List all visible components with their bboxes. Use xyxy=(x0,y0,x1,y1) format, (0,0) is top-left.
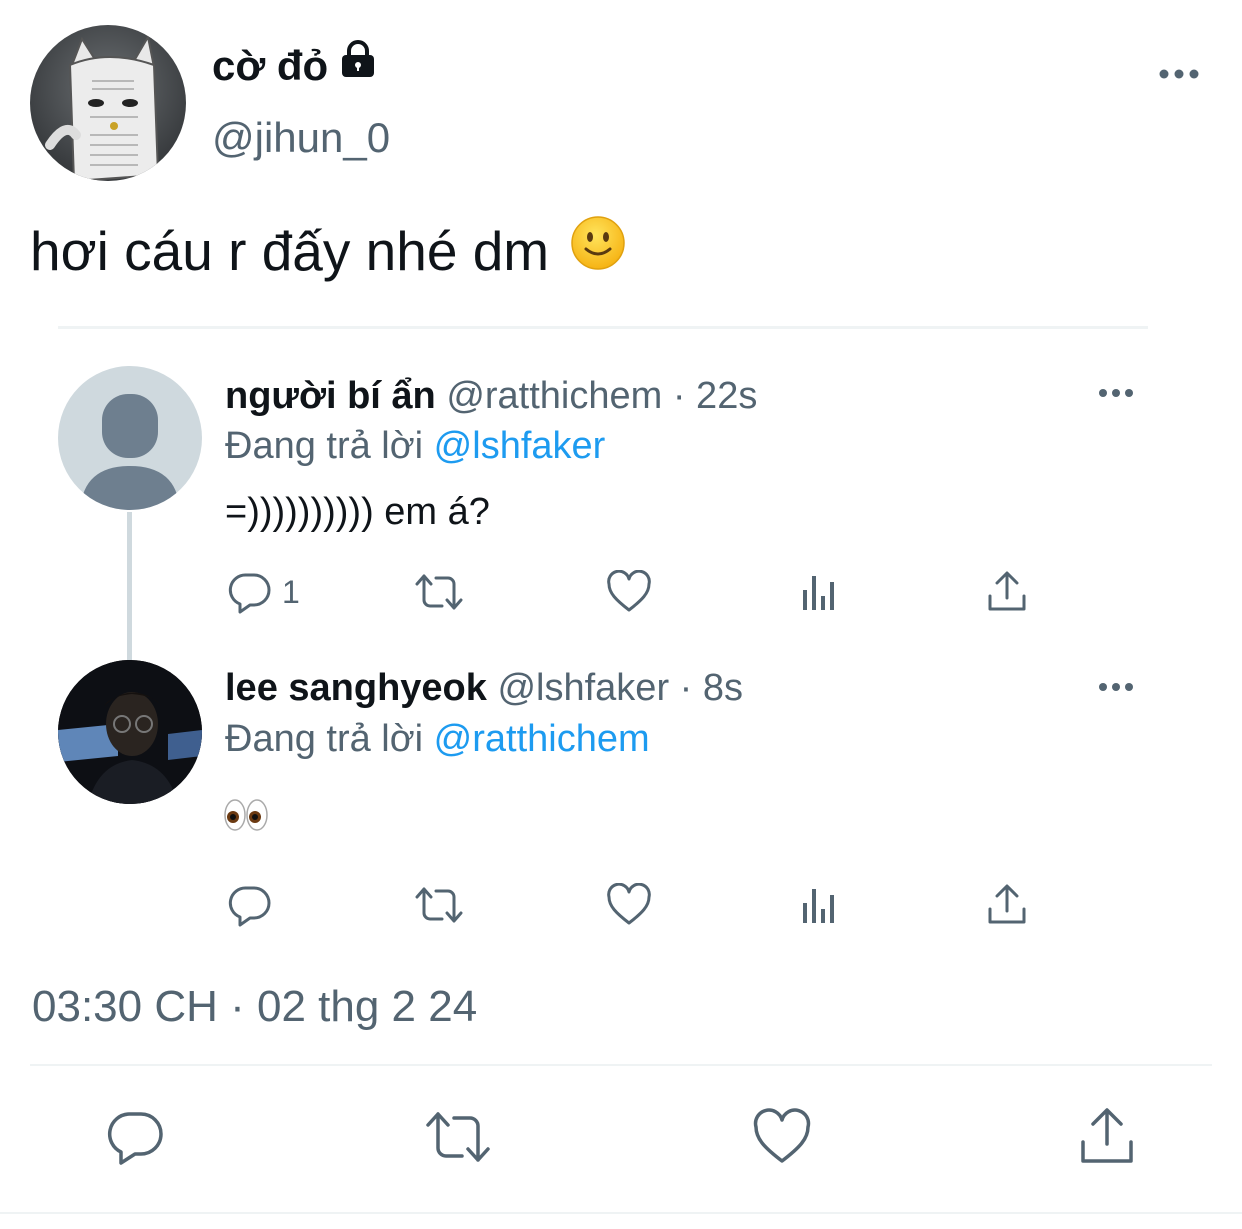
lock-icon xyxy=(338,39,378,91)
user-avatar-photo[interactable] xyxy=(58,660,202,804)
divider xyxy=(58,326,1148,329)
cat-avatar-illustration xyxy=(45,34,160,181)
profile-photo xyxy=(58,660,202,804)
retweet-button[interactable] xyxy=(414,883,464,927)
author-display-name[interactable]: cờ đỏ xyxy=(212,39,378,92)
like-icon xyxy=(607,883,651,925)
retweet-button[interactable] xyxy=(424,1108,492,1166)
reply-button[interactable] xyxy=(228,883,282,927)
replying-to-line: Đang trả lời @lshfaker xyxy=(225,422,605,470)
views-button[interactable] xyxy=(800,885,840,925)
person-icon xyxy=(80,394,180,510)
retweet-icon xyxy=(426,1112,490,1162)
reply-icon xyxy=(107,1112,163,1165)
tweet-text: hơi cáu r đấy nhé dm xyxy=(30,215,626,286)
author-handle[interactable]: @jihun_0 xyxy=(212,112,390,164)
share-icon xyxy=(988,571,1026,611)
views-button[interactable] xyxy=(800,572,840,612)
share-button[interactable] xyxy=(986,570,1028,614)
retweet-icon xyxy=(415,887,463,923)
reply-text: =)))))))))) em á? xyxy=(225,491,490,533)
reply-icon xyxy=(228,886,271,927)
replying-to-line: Đang trả lời @ratthichem xyxy=(225,715,650,763)
more-icon[interactable] xyxy=(1098,677,1134,697)
reply-icon xyxy=(228,573,271,614)
reply-meta: @ratthichem · 22s xyxy=(446,375,758,417)
views-icon xyxy=(803,576,834,610)
reply-button[interactable] xyxy=(106,1108,164,1166)
reply-meta: @lshfaker · 8s xyxy=(497,667,744,709)
eyes-emoji-icon xyxy=(223,797,269,838)
reply-count: 1 xyxy=(282,573,300,610)
thread-connector-line xyxy=(127,512,132,662)
reply-header[interactable]: người bí ẩn @ratthichem · 22s xyxy=(225,372,757,420)
tweet-text-content: hơi cáu r đấy nhé dm xyxy=(30,220,550,282)
smile-emoji-icon xyxy=(570,215,626,286)
author-avatar[interactable] xyxy=(30,25,186,181)
divider xyxy=(0,1212,1242,1214)
like-button[interactable] xyxy=(752,1108,812,1166)
mention-link[interactable]: @lshfaker xyxy=(434,425,606,467)
share-button[interactable] xyxy=(1078,1106,1136,1166)
retweet-icon xyxy=(415,574,463,610)
share-icon xyxy=(988,884,1026,924)
like-icon xyxy=(753,1108,811,1163)
replying-label: Đang trả lời xyxy=(225,718,424,760)
more-icon[interactable] xyxy=(1158,62,1200,86)
like-icon xyxy=(607,570,651,612)
default-avatar[interactable] xyxy=(58,366,202,510)
like-button[interactable] xyxy=(606,883,652,927)
tweet-timestamp[interactable]: 03:30 CH · 02 thg 2 24 xyxy=(32,980,477,1034)
more-icon[interactable] xyxy=(1098,383,1134,403)
share-icon xyxy=(1081,1108,1133,1163)
author-name-text: cờ đỏ xyxy=(212,42,329,89)
views-icon xyxy=(803,889,834,923)
replying-label: Đang trả lời xyxy=(225,425,424,467)
reply-button[interactable]: 1 xyxy=(228,570,300,614)
mention-link[interactable]: @ratthichem xyxy=(434,718,650,760)
reply-header[interactable]: lee sanghyeok @lshfaker · 8s xyxy=(225,664,743,712)
reply-display-name[interactable]: người bí ẩn xyxy=(225,375,436,417)
share-button[interactable] xyxy=(986,883,1028,927)
retweet-button[interactable] xyxy=(414,570,464,614)
like-button[interactable] xyxy=(606,570,652,614)
divider xyxy=(30,1064,1212,1066)
reply-display-name[interactable]: lee sanghyeok xyxy=(225,667,487,709)
